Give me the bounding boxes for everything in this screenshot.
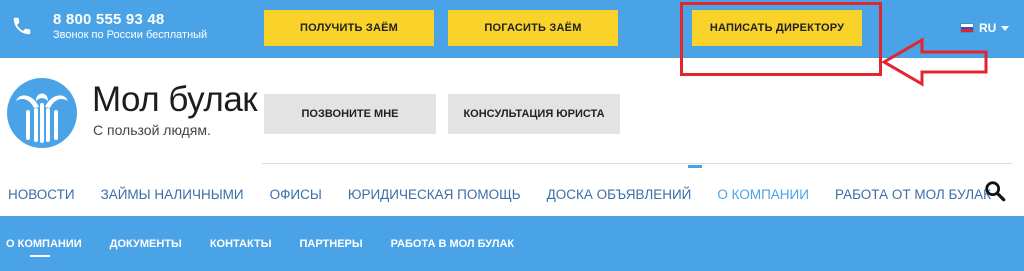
get-loan-button[interactable]: ПОЛУЧИТЬ ЗАЁМ xyxy=(264,10,434,46)
brand-tagline: С пользой людям. xyxy=(93,122,211,138)
nav-item-about[interactable]: О КОМПАНИИ xyxy=(717,187,809,202)
subnav-item-about[interactable]: О КОМПАНИИ xyxy=(6,238,82,250)
brand-name[interactable]: Мол булак xyxy=(92,80,258,120)
mol-bulak-logo-icon[interactable] xyxy=(6,77,78,149)
nav-item-careers[interactable]: РАБОТА ОТ МОЛ БУЛАК xyxy=(835,187,991,202)
phone-number[interactable]: 8 800 555 93 48 xyxy=(53,11,164,28)
subnav-item-documents[interactable]: ДОКУМЕНТЫ xyxy=(110,238,182,250)
repay-loan-button[interactable]: ПОГАСИТЬ ЗАЁМ xyxy=(448,10,618,46)
chevron-down-icon xyxy=(1001,25,1010,31)
subnav-active-indicator xyxy=(30,255,50,257)
sub-nav: О КОМПАНИИ ДОКУМЕНТЫ КОНТАКТЫ ПАРТНЕРЫ Р… xyxy=(6,238,542,250)
arrow-left-icon xyxy=(881,37,988,87)
russia-flag-icon xyxy=(960,23,974,33)
header-divider xyxy=(262,163,1012,164)
language-label: RU xyxy=(979,21,997,35)
nav-item-legal-help[interactable]: ЮРИДИЧЕСКАЯ ПОМОЩЬ xyxy=(348,187,521,202)
search-icon[interactable] xyxy=(984,180,1006,202)
nav-item-offices[interactable]: ОФИСЫ xyxy=(270,187,322,202)
subnav-item-careers[interactable]: РАБОТА В МОЛ БУЛАК xyxy=(391,238,514,250)
phone-caption: Звонок по России бесплатный xyxy=(53,29,208,41)
subnav-item-contacts[interactable]: КОНТАКТЫ xyxy=(210,238,272,250)
nav-item-cash-loans[interactable]: ЗАЙМЫ НАЛИЧНЫМИ xyxy=(101,187,244,202)
phone-icon xyxy=(13,17,31,35)
nav-item-news[interactable]: НОВОСТИ xyxy=(8,187,75,202)
subnav-item-partners[interactable]: ПАРТНЕРЫ xyxy=(299,238,362,250)
annotation-highlight-box xyxy=(680,2,882,76)
call-me-button[interactable]: ПОЗВОНИТЕ МНЕ xyxy=(264,94,436,134)
nav-active-indicator xyxy=(688,165,702,168)
lawyer-consult-button[interactable]: КОНСУЛЬТАЦИЯ ЮРИСТА xyxy=(448,94,620,134)
nav-item-board[interactable]: ДОСКА ОБЪЯВЛЕНИЙ xyxy=(547,187,692,202)
language-selector[interactable]: RU xyxy=(960,21,1010,35)
main-nav: НОВОСТИ ЗАЙМЫ НАЛИЧНЫМИ ОФИСЫ ЮРИДИЧЕСКА… xyxy=(8,187,1017,202)
